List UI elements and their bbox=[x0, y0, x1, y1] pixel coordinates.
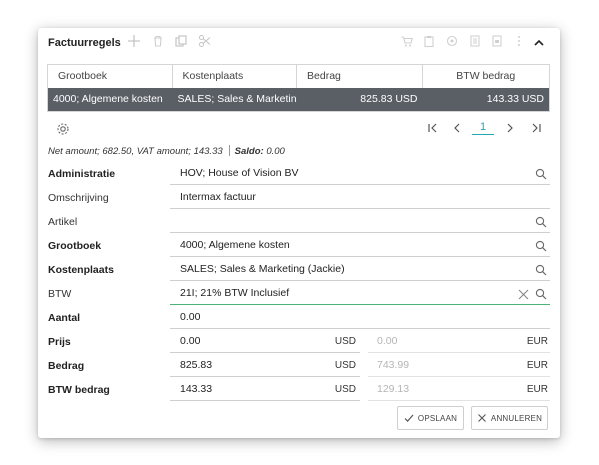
aantal-value: 0.00 bbox=[180, 311, 201, 323]
kostenplaats-field[interactable]: SALES; Sales & Marketing (Jackie) bbox=[170, 259, 550, 281]
kostenplaats-value: SALES; Sales & Marketing (Jackie) bbox=[180, 263, 345, 275]
column-header-grootboek[interactable]: Grootboek bbox=[48, 65, 173, 88]
cell-bedrag: 825.83 USD bbox=[360, 93, 418, 105]
cell-grootboek: 4000; Algemene kosten bbox=[53, 93, 163, 105]
clear-icon[interactable] bbox=[518, 287, 529, 300]
note-icon[interactable] bbox=[467, 34, 483, 50]
saldo-value: 0.00 bbox=[266, 146, 285, 157]
invoice-lines-panel: Factuurregels Grootboek Kostenplaats Bed… bbox=[38, 28, 560, 438]
previous-page-icon[interactable] bbox=[450, 120, 464, 136]
row-prijs: Prijs 0.00 USD 0.00 EUR bbox=[48, 330, 550, 354]
aantal-label: Aantal bbox=[48, 312, 81, 324]
bedrag-eur-currency: EUR bbox=[526, 360, 548, 371]
btw-value: 21I; 21% BTW Inclusief bbox=[180, 287, 290, 299]
gear-icon[interactable] bbox=[56, 122, 70, 136]
invoice-lines-table: Grootboek Kostenplaats Bedrag BTW bedrag… bbox=[47, 64, 550, 112]
btw-bedrag-eur-value: 129.13 bbox=[377, 383, 410, 395]
current-page[interactable]: 1 bbox=[472, 121, 494, 135]
cancel-button-label: ANNULEREN bbox=[490, 413, 543, 423]
grootboek-field[interactable]: 4000; Algemene kosten bbox=[170, 235, 550, 257]
administratie-label: Administratie bbox=[48, 168, 116, 180]
btw-bedrag-label: BTW bedrag bbox=[48, 384, 110, 396]
kostenplaats-label: Kostenplaats bbox=[48, 264, 114, 276]
search-icon[interactable] bbox=[535, 263, 547, 276]
next-page-icon[interactable] bbox=[503, 120, 517, 136]
row-bedrag: Bedrag 825.83 USD 743.99 EUR bbox=[48, 354, 550, 378]
saldo-label: Saldo: bbox=[234, 146, 264, 157]
cart-icon[interactable] bbox=[399, 34, 415, 50]
artikel-label: Artikel bbox=[48, 216, 78, 228]
row-artikel: Artikel bbox=[48, 210, 550, 234]
column-header-kostenplaats[interactable]: Kostenplaats bbox=[173, 65, 298, 88]
clipboard-icon[interactable] bbox=[421, 34, 437, 50]
copy-icon[interactable] bbox=[173, 34, 189, 50]
bedrag-field[interactable]: 825.83 USD bbox=[170, 355, 360, 377]
save-button[interactable]: OPSLAAN bbox=[397, 406, 464, 430]
bedrag-label: Bedrag bbox=[48, 360, 85, 372]
row-aantal: Aantal 0.00 bbox=[48, 306, 550, 330]
scissors-icon[interactable] bbox=[197, 34, 213, 50]
doc-icon[interactable] bbox=[489, 34, 505, 50]
search-icon[interactable] bbox=[535, 215, 547, 228]
panel-header: Factuurregels bbox=[38, 28, 560, 58]
omschrijving-value: Intermax factuur bbox=[180, 191, 256, 203]
check-icon bbox=[404, 414, 414, 422]
totals-summary: Net amount; 682.50, VAT amount; 143.33 Sa… bbox=[48, 145, 285, 157]
omschrijving-field[interactable]: Intermax factuur bbox=[170, 187, 550, 209]
search-icon[interactable] bbox=[535, 167, 547, 180]
btw-label: BTW bbox=[48, 288, 72, 300]
table-header: Grootboek Kostenplaats Bedrag BTW bedrag bbox=[48, 65, 549, 88]
column-header-bedrag[interactable]: Bedrag bbox=[297, 65, 423, 88]
close-icon bbox=[478, 414, 486, 422]
administratie-value: HOV; House of Vision BV bbox=[180, 167, 299, 179]
btw-bedrag-value: 143.33 bbox=[180, 383, 213, 395]
eye-icon[interactable] bbox=[444, 34, 460, 50]
cancel-button[interactable]: ANNULEREN bbox=[471, 406, 548, 430]
btw-bedrag-eur-field: 129.13 EUR bbox=[368, 379, 550, 401]
trash-icon[interactable] bbox=[150, 34, 166, 50]
omschrijving-label: Omschrijving bbox=[48, 192, 109, 204]
administratie-field[interactable]: HOV; House of Vision BV bbox=[170, 163, 550, 185]
aantal-field[interactable]: 0.00 bbox=[170, 307, 550, 329]
grootboek-label: Grootboek bbox=[48, 240, 102, 252]
bedrag-eur-field: 743.99 EUR bbox=[368, 355, 550, 377]
btw-bedrag-currency: USD bbox=[334, 384, 356, 395]
divider bbox=[228, 145, 230, 156]
grootboek-value: 4000; Algemene kosten bbox=[180, 239, 290, 251]
btw-field[interactable]: 21I; 21% BTW Inclusief bbox=[170, 283, 550, 305]
prijs-eur-field: 0.00 EUR bbox=[368, 331, 550, 353]
cell-btw-bedrag: 143.33 USD bbox=[486, 93, 544, 105]
search-icon[interactable] bbox=[535, 287, 547, 300]
btw-bedrag-eur-currency: EUR bbox=[526, 384, 548, 395]
table-row[interactable]: 4000; Algemene kosten SALES; Sales & Mar… bbox=[48, 88, 549, 111]
btw-bedrag-field[interactable]: 143.33 USD bbox=[170, 379, 360, 401]
row-grootboek: Grootboek 4000; Algemene kosten bbox=[48, 234, 550, 258]
row-btw-bedrag: BTW bedrag 143.33 USD 129.13 EUR bbox=[48, 378, 550, 402]
prijs-label: Prijs bbox=[48, 336, 71, 348]
prijs-eur-currency: EUR bbox=[526, 336, 548, 347]
row-omschrijving: Omschrijving Intermax factuur bbox=[48, 186, 550, 210]
artikel-field[interactable] bbox=[170, 211, 550, 233]
last-page-icon[interactable] bbox=[529, 120, 543, 136]
net-vat-amount: Net amount; 682.50, VAT amount; 143.33 bbox=[48, 146, 223, 157]
search-icon[interactable] bbox=[535, 239, 547, 252]
cell-kostenplaats: SALES; Sales & Marketing ( bbox=[177, 93, 298, 105]
row-administratie: Administratie HOV; House of Vision BV bbox=[48, 162, 550, 186]
bedrag-currency: USD bbox=[334, 360, 356, 371]
row-kostenplaats: Kostenplaats SALES; Sales & Marketing (J… bbox=[48, 258, 550, 282]
bedrag-value: 825.83 bbox=[180, 359, 213, 371]
prijs-currency: USD bbox=[334, 336, 356, 347]
save-button-label: OPSLAAN bbox=[417, 413, 458, 423]
prijs-field[interactable]: 0.00 USD bbox=[170, 331, 360, 353]
first-page-icon[interactable] bbox=[426, 120, 440, 136]
row-btw: BTW 21I; 21% BTW Inclusief bbox=[48, 282, 550, 306]
prijs-eur-value: 0.00 bbox=[377, 335, 398, 347]
prijs-value: 0.00 bbox=[180, 335, 201, 347]
chevron-up-icon[interactable] bbox=[532, 36, 546, 50]
bedrag-eur-value: 743.99 bbox=[377, 359, 410, 371]
more-icon[interactable] bbox=[511, 34, 527, 50]
column-header-btw-bedrag[interactable]: BTW bedrag bbox=[423, 65, 549, 88]
panel-title: Factuurregels bbox=[48, 37, 121, 49]
plus-icon[interactable] bbox=[126, 34, 142, 50]
